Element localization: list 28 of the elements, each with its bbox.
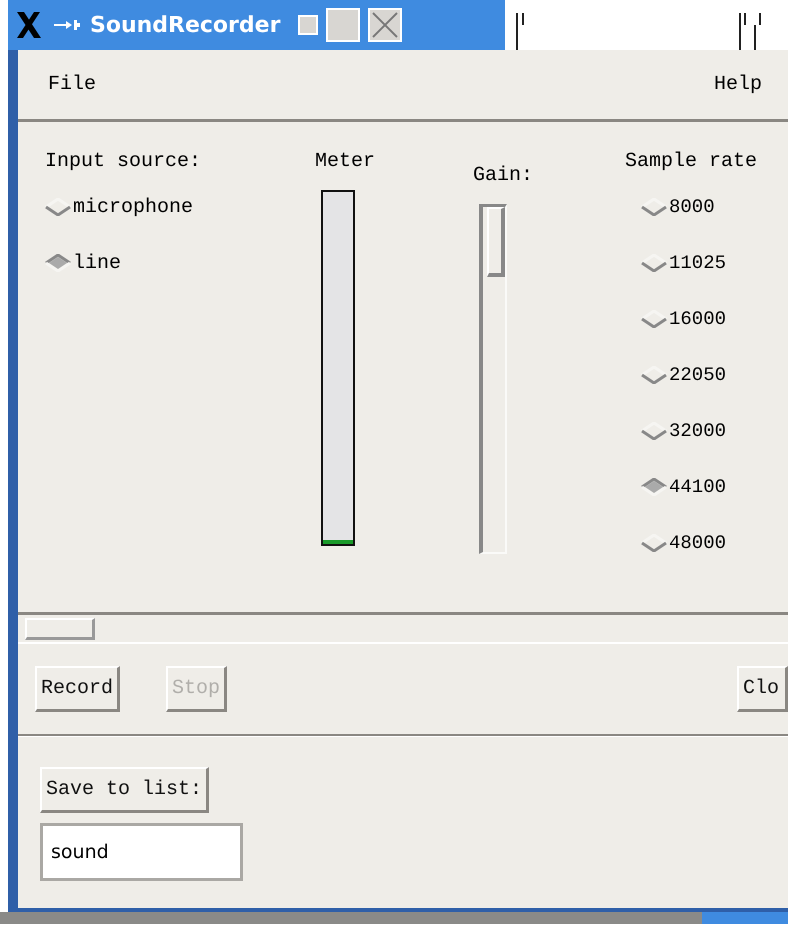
gain-slider[interactable] (479, 204, 507, 554)
gain-label: Gain: (473, 164, 534, 189)
radio-option[interactable]: 11025 (641, 250, 788, 276)
action-button[interactable]: Clo (736, 666, 788, 712)
radio-option[interactable]: 8000 (641, 194, 788, 220)
radio-option[interactable]: 44100 (641, 474, 788, 500)
sample-rate-label: Sample rate (625, 150, 758, 175)
slider-thumb[interactable] (487, 207, 505, 277)
radio-option[interactable]: 48000 (641, 530, 788, 556)
horizontal-scrollbar[interactable] (18, 612, 788, 644)
radio-option[interactable]: 32000 (641, 418, 788, 444)
save-to-list-button[interactable]: Save to list: (40, 767, 210, 813)
meter-label: Meter (315, 150, 376, 175)
minimize-button[interactable] (298, 15, 318, 35)
pin-icon[interactable] (52, 18, 82, 32)
file-menu[interactable]: File (48, 73, 96, 96)
x-logo-icon (14, 10, 44, 40)
radio-option[interactable]: microphone (45, 194, 315, 220)
action-button[interactable]: Record (35, 666, 120, 712)
radio-option[interactable]: 22050 (641, 362, 788, 388)
input-field[interactable]: sound (40, 823, 243, 881)
scrollbar-thumb[interactable] (25, 618, 95, 640)
close-button[interactable] (368, 8, 402, 42)
help-menu[interactable]: Help (714, 73, 762, 96)
window-title: SoundRecorder (90, 12, 280, 38)
input-source-label: Input source: (45, 150, 202, 175)
radio-option[interactable]: 16000 (641, 306, 788, 332)
radio-option[interactable]: line (45, 250, 315, 276)
